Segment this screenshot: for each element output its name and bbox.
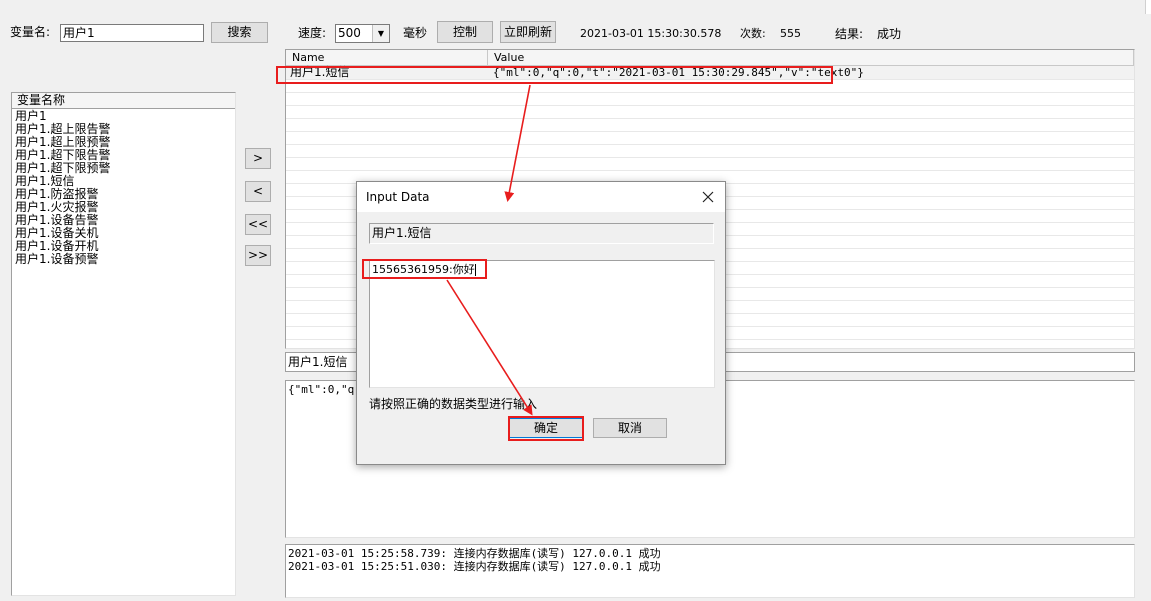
arrow-grid-to-dialog xyxy=(504,84,531,202)
arrow-input-to-ok xyxy=(446,279,533,416)
annotation-arrows xyxy=(446,84,533,416)
